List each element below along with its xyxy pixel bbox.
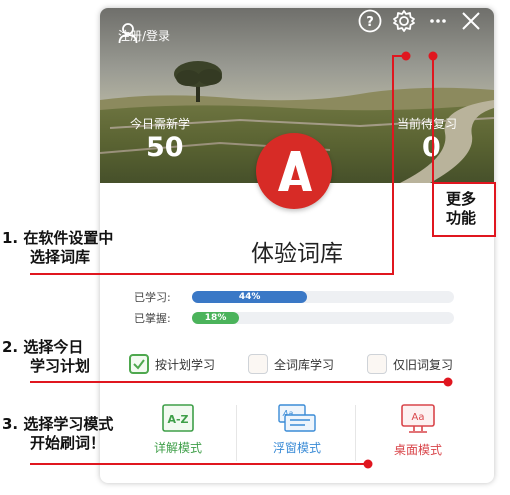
desktop-mode-label: 桌面模式 [393,443,442,457]
note-line: 2. 选择今日 [2,338,84,356]
learned-progress-fill: 44% [192,291,308,303]
svg-text:?: ? [366,15,374,30]
detail-mode-label: 详解模式 [153,441,202,455]
library-name: 体验词库 [251,241,343,267]
login-button[interactable]: 注册/登录 [118,22,170,48]
today-new-label: 今日需新学 [130,117,191,131]
note-line: 功能 [446,209,477,227]
desktop-monitor-icon: Aa [401,404,435,433]
step1-note: 1. 在软件设置中 选择词库 [2,229,113,267]
checkbox-checked[interactable] [129,354,149,374]
float-mode-button[interactable]: Aa 浮窗模式 [247,403,347,465]
float-mode-label: 浮窗模式 [272,441,321,455]
note-line: 开始刷词！ [30,434,106,452]
svg-text:Aa: Aa [412,412,425,423]
learned-progress-row: 已学习: 44% [134,290,454,304]
gear-icon[interactable] [391,8,417,34]
mastered-progress-row: 已掌握: 18% [134,311,454,325]
note-line: 学习计划 [30,357,91,375]
mastered-progress-fill: 18% [192,312,240,324]
az-card-icon: A-Z [162,404,194,432]
note-line: 3. 选择学习模式 [2,415,114,433]
option-plan-study[interactable]: 按计划学习 [129,353,215,375]
learned-label: 已学习: [134,291,171,304]
close-icon[interactable] [458,8,484,34]
help-icon[interactable]: ? [357,8,383,34]
note-line: 1. 在软件设置中 [2,229,114,247]
step2-note: 2. 选择今日 学习计划 [2,338,90,376]
checkbox-unchecked[interactable] [248,354,268,374]
step3-note: 3. 选择学习模式 开始刷词！ [2,415,113,453]
library-logo[interactable] [256,133,332,209]
divider [355,405,356,461]
user-icon [118,23,138,44]
option-label: 按计划学习 [155,357,216,372]
note-line: 更多 [446,190,477,208]
checkbox-unchecked[interactable] [367,354,387,374]
more-icon[interactable] [425,8,451,34]
mastered-progress-bar: 18% [192,312,454,324]
app-window: 注册/登录 ? 今日需新学 50 当前待复习 0 体验词库 已学习: 44% 已… [100,8,494,483]
divider [236,405,237,461]
check-icon [133,359,145,370]
option-review-only[interactable]: 仅旧词复习 [367,353,453,375]
learned-progress-bar: 44% [192,291,454,303]
svg-text:A-Z: A-Z [167,413,188,426]
mastered-label: 已掌握: [134,312,171,325]
desktop-mode-button[interactable]: Aa 桌面模式 [368,403,468,465]
option-label: 仅旧词复习 [393,357,454,372]
option-label: 全词库学习 [274,357,335,372]
floating-window-icon: Aa [278,404,316,432]
option-full-library[interactable]: 全词库学习 [248,353,334,375]
letter-a-logo-icon [278,151,312,191]
today-review-value: 0 [422,132,441,163]
detail-mode-button[interactable]: A-Z 详解模式 [128,403,228,465]
note-line: 选择词库 [30,248,91,266]
today-review-label: 当前待复习 [397,117,458,131]
today-new-value: 50 [146,132,184,163]
more-functions-note: 更多 功能 [446,190,476,228]
